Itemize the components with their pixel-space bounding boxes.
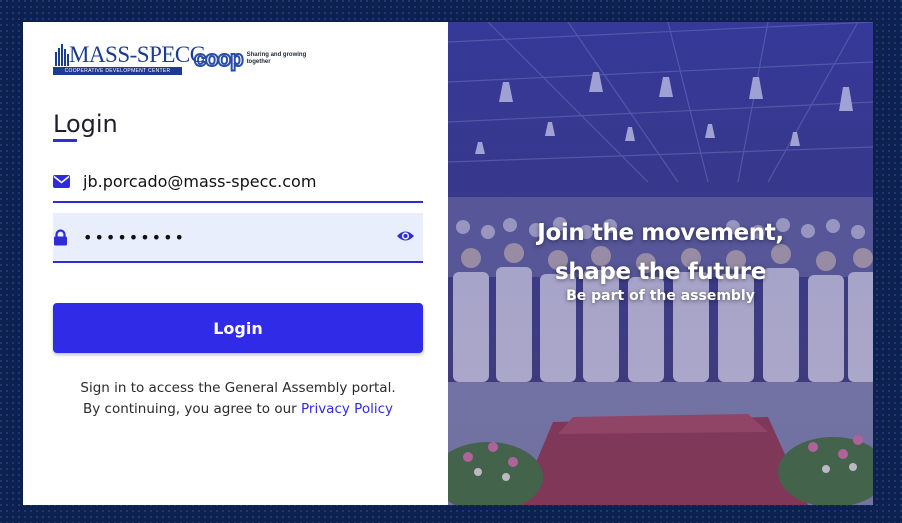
mass-specc-logo: MASS-SPECC COOPERATIVE DEVELOPMENT CENTE… [53,40,205,78]
hero-text: Join the movement, shape the future Be p… [448,214,873,304]
mass-specc-subtitle: COOPERATIVE DEVELOPMENT CENTER [53,67,182,75]
hero-headline-line-2: shape the future [555,259,766,285]
privacy-policy-link[interactable]: Privacy Policy [301,401,393,417]
envelope-icon [53,175,83,188]
login-panel: MASS-SPECC COOPERATIVE DEVELOPMENT CENTE… [23,22,448,505]
mass-specc-wordmark: MASS-SPECC [69,42,205,67]
coop-logo: coop Sharing and growing together [193,47,307,71]
email-field[interactable] [53,162,423,203]
page-title: Login [53,110,118,138]
hero-panel: Join the movement, shape the future Be p… [448,22,873,505]
info-line-2: By continuing, you agree to our Privacy … [23,399,453,420]
coop-tagline: Sharing and growing together [246,52,307,65]
password-input[interactable] [83,222,383,252]
info-line-1: Sign in to access the General Assembly p… [80,380,396,396]
login-button[interactable]: Login [53,303,423,353]
login-card: MASS-SPECC COOPERATIVE DEVELOPMENT CENTE… [23,22,873,505]
info-text: Sign in to access the General Assembly p… [23,378,453,420]
consent-text: By continuing, you agree to our [82,401,301,417]
email-input[interactable] [83,166,383,197]
hero-subtitle: Be part of the assembly [566,288,755,304]
eye-icon[interactable] [396,228,415,247]
logo-row: MASS-SPECC COOPERATIVE DEVELOPMENT CENTE… [53,40,307,78]
lock-icon [53,228,83,246]
password-field[interactable] [53,213,423,263]
title-underline [53,139,77,142]
hero-headline-line-1: Join the movement, [537,220,784,246]
